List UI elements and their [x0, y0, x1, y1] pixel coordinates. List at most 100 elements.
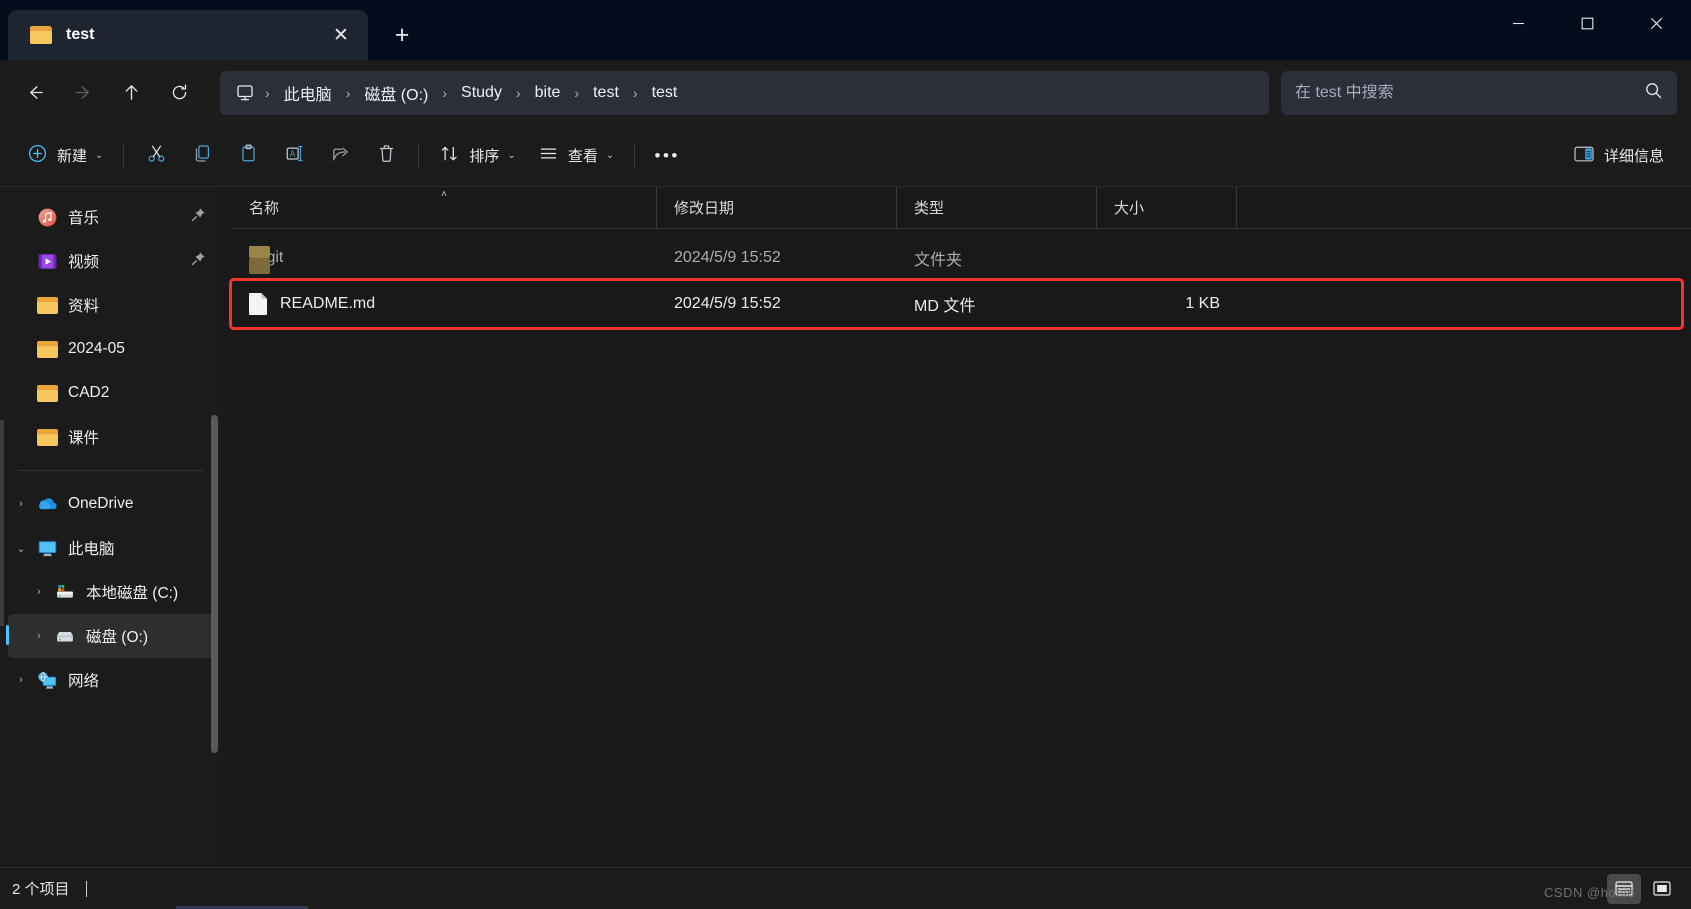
sidebar-item-2024-05[interactable]: 2024-05: [8, 327, 214, 371]
breadcrumb-item-0[interactable]: 此电脑: [275, 76, 341, 110]
sidebar-item-label: 本地磁盘 (C:): [86, 585, 179, 602]
plus-circle-icon: [27, 143, 48, 168]
music-icon: [34, 207, 60, 228]
column-header-name[interactable]: ˄ 名称: [232, 186, 657, 229]
sidebar-item-network[interactable]: › 网络: [8, 658, 214, 702]
share-icon: [330, 143, 351, 169]
new-tab-button[interactable]: +: [380, 14, 424, 56]
folder-icon: [34, 340, 60, 358]
sidebar-item-label: 视频: [68, 254, 100, 271]
file-icon: [249, 293, 267, 315]
column-header-label: 大小: [1114, 200, 1145, 217]
breadcrumb-item-4[interactable]: test: [584, 79, 628, 107]
paste-button[interactable]: [225, 137, 271, 175]
tab-title: test: [66, 26, 95, 43]
chevron-right-icon[interactable]: ›: [8, 674, 34, 686]
forward-button[interactable]: [62, 72, 104, 114]
chevron-right-icon[interactable]: ›: [8, 498, 34, 510]
breadcrumb-separator: ›: [265, 84, 270, 101]
pin-icon[interactable]: [191, 251, 206, 271]
cell-date: 2024/5/9 15:52: [674, 295, 781, 312]
copy-button[interactable]: [179, 137, 225, 175]
minimize-icon[interactable]: [1484, 0, 1553, 46]
delete-button[interactable]: [363, 137, 409, 175]
tab-test[interactable]: test ✕: [8, 10, 368, 60]
close-window-icon[interactable]: [1622, 0, 1691, 46]
sidebar-item-kejian[interactable]: 课件: [8, 415, 214, 459]
table-row[interactable]: README.md 2024/5/9 15:52 MD 文件 1 KB: [229, 278, 1684, 330]
sidebar-item-label: 2024-05: [68, 340, 125, 357]
pin-icon[interactable]: [191, 207, 206, 227]
search-input[interactable]: [1295, 83, 1644, 102]
sidebar-item-onedrive[interactable]: › OneDrive: [8, 482, 214, 526]
close-tab-icon[interactable]: ✕: [324, 18, 358, 52]
sort-button[interactable]: 排序 ⌄: [428, 137, 526, 175]
folder-icon: [34, 296, 60, 314]
sidebar-scroll-track: [0, 420, 4, 626]
column-headers: ˄ 名称 修改日期 类型 大小: [232, 186, 1691, 229]
sidebar-scrollbar[interactable]: [211, 415, 218, 753]
item-count-label: 2 个项目: [12, 881, 70, 898]
pc-icon: [34, 539, 60, 558]
search-box[interactable]: [1281, 70, 1677, 115]
sidebar-item-disk-o[interactable]: › 磁盘 (O:): [6, 614, 214, 658]
chevron-down-icon: ⌄: [605, 150, 615, 161]
status-caret: [85, 880, 87, 897]
maximize-icon[interactable]: [1553, 0, 1622, 46]
view-button-label: 查看: [567, 148, 598, 165]
breadcrumb-separator: ›: [442, 84, 448, 101]
details-pane-icon: [1573, 144, 1595, 168]
view-button[interactable]: 查看 ⌄: [527, 137, 625, 175]
details-view-button[interactable]: [1607, 873, 1641, 904]
breadcrumb-separator: ›: [345, 84, 351, 101]
back-button[interactable]: [14, 72, 56, 114]
breadcrumb-item-3[interactable]: bite: [526, 79, 570, 107]
share-button[interactable]: [317, 137, 363, 175]
window-controls: [1484, 0, 1691, 46]
cell-name: .git: [232, 246, 657, 274]
tab-strip: test ✕ +: [8, 0, 424, 60]
search-icon[interactable]: [1644, 81, 1663, 105]
this-pc-icon: [234, 82, 256, 104]
large-icons-view-button[interactable]: [1645, 874, 1679, 904]
sidebar-item-local-disk-c[interactable]: › 本地磁盘 (C:): [8, 570, 214, 614]
sidebar-divider: [18, 470, 204, 471]
sort-ascending-icon: ˄: [441, 188, 447, 200]
chevron-down-icon[interactable]: ⌄: [8, 542, 34, 555]
sidebar-item-this-pc[interactable]: ⌄ 此电脑: [8, 526, 214, 570]
rename-button[interactable]: A: [271, 137, 317, 175]
address-bar[interactable]: › 此电脑 › 磁盘 (O:) › Study › bite › test › …: [220, 70, 1269, 115]
refresh-button[interactable]: [158, 72, 200, 114]
sidebar-item-cad2[interactable]: CAD2: [8, 371, 214, 415]
drive-icon: [52, 627, 78, 645]
cell-name: README.md: [232, 293, 657, 315]
up-button[interactable]: [110, 72, 152, 114]
chevron-right-icon[interactable]: ›: [26, 630, 52, 642]
folder-icon: [34, 384, 60, 402]
onedrive-icon: [34, 495, 60, 513]
chevron-right-icon[interactable]: ›: [26, 586, 52, 598]
column-header-date[interactable]: 修改日期: [657, 186, 897, 229]
table-row[interactable]: .git 2024/5/9 15:52 文件夹: [232, 235, 1681, 281]
sidebar-item-videos[interactable]: 视频: [8, 239, 214, 283]
breadcrumb-item-1[interactable]: 磁盘 (O:): [355, 76, 437, 110]
cut-button[interactable]: [133, 137, 179, 175]
sidebar-item-label: 此电脑: [68, 541, 115, 558]
sidebar-item-label: 资料: [68, 298, 100, 315]
details-pane-button[interactable]: 详细信息: [1562, 137, 1675, 175]
sidebar-item-label: CAD2: [68, 384, 110, 401]
sidebar-item-music[interactable]: 音乐: [8, 195, 214, 239]
file-list-pane: ˄ 名称 修改日期 类型 大小 .git 2024/5/9 15:52 文件夹 …: [222, 186, 1691, 867]
details-pane-label: 详细信息: [1603, 148, 1664, 165]
sidebar-item-ziliao[interactable]: 资料: [8, 283, 214, 327]
column-header-label: 修改日期: [674, 200, 735, 217]
breadcrumb-item-2[interactable]: Study: [452, 79, 511, 107]
breadcrumb-item-5[interactable]: test: [643, 79, 687, 107]
more-options-button[interactable]: •••: [644, 137, 690, 175]
column-header-type[interactable]: 类型: [897, 186, 1097, 229]
navigation-bar: › 此电脑 › 磁盘 (O:) › Study › bite › test › …: [0, 60, 1691, 125]
column-header-size[interactable]: 大小: [1097, 186, 1237, 229]
windows-drive-icon: [52, 583, 78, 601]
new-button[interactable]: 新建 ⌄: [16, 137, 114, 175]
sidebar-item-label: OneDrive: [68, 495, 134, 512]
